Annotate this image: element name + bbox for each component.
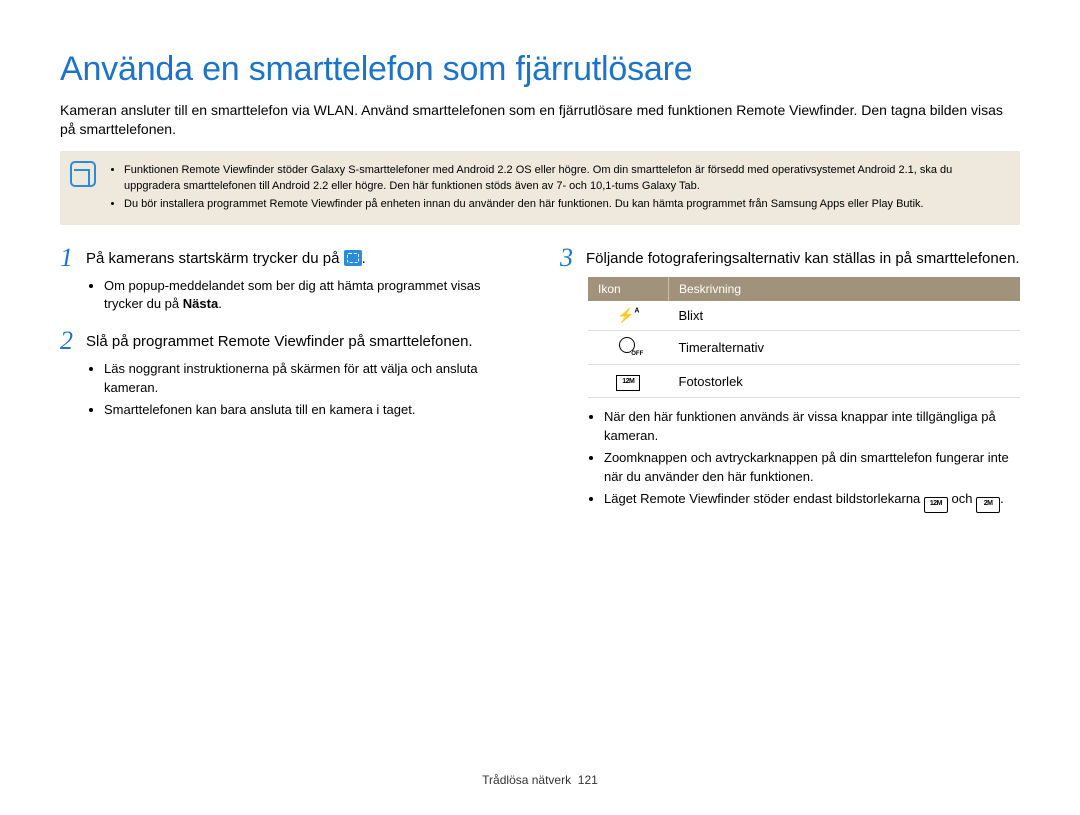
footer-section: Trådlösa nätverk [482, 773, 571, 787]
table-cell-desc: Blixt [669, 301, 1021, 331]
note-icon [70, 161, 96, 187]
sub-text-pre: Läget Remote Viewfinder stöder endast bi… [604, 491, 924, 506]
page-footer: Trådlösa nätverk 121 [0, 773, 1080, 787]
table-cell-desc: Timeralternativ [669, 331, 1021, 365]
table-row: Timeralternativ [588, 331, 1020, 365]
step-text-post: . [362, 250, 366, 267]
page-title: Använda en smarttelefon som fjärrutlösar… [60, 50, 1020, 89]
step-sub-item: Smarttelefonen kan bara ansluta till en … [104, 401, 520, 420]
left-column: 1 På kamerans startskärm trycker du på .… [60, 245, 520, 527]
sub-text-post: . [1000, 491, 1004, 506]
flash-icon [617, 307, 639, 325]
timer-icon [619, 337, 637, 355]
table-row: Fotostorlek [588, 365, 1020, 398]
step-number: 2 [60, 328, 78, 354]
photosize-icon [616, 375, 640, 391]
step-sub-item: Läs noggrant instruktionerna på skärmen … [104, 360, 520, 398]
step-sub-item: Om popup-meddelandet som ber dig att häm… [104, 277, 520, 315]
step-text-pre: På kamerans startskärm trycker du på [86, 250, 344, 267]
sub-text-strong: Nästa [183, 296, 218, 311]
sub-text-mid: och [948, 491, 976, 506]
remote-viewfinder-app-icon [344, 250, 362, 266]
intro-text: Kameran ansluter till en smarttelefon vi… [60, 101, 1020, 139]
sub-text-post: . [218, 296, 222, 311]
step-text: Följande fotograferingsalternativ kan st… [586, 245, 1020, 271]
table-header-desc: Beskrivning [669, 277, 1021, 301]
footer-page-number: 121 [578, 773, 598, 787]
table-row: Blixt [588, 301, 1020, 331]
step-number: 1 [60, 245, 78, 271]
sub-text-pre: Om popup-meddelandet som ber dig att häm… [104, 278, 480, 312]
step-number: 3 [560, 245, 578, 271]
table-header-icon: Ikon [588, 277, 669, 301]
note-item: Funktionen Remote Viewfinder stöder Gala… [124, 163, 1006, 195]
size-2m-icon [976, 497, 1000, 513]
step-sub-item: Läget Remote Viewfinder stöder endast bi… [604, 490, 1020, 513]
table-cell-desc: Fotostorlek [669, 365, 1021, 398]
note-item: Du bör installera programmet Remote View… [124, 197, 1006, 213]
right-column: 3 Följande fotograferingsalternativ kan … [560, 245, 1020, 527]
options-table: Ikon Beskrivning Blixt Timeralternativ F… [588, 277, 1020, 399]
size-12m-icon [924, 497, 948, 513]
step-sub-item: När den här funktionen används är vissa … [604, 408, 1020, 446]
step-text: Slå på programmet Remote Viewfinder på s… [86, 328, 473, 354]
step-text: På kamerans startskärm trycker du på . [86, 245, 366, 271]
step-sub-item: Zoomknappen och avtryckarknappen på din … [604, 449, 1020, 487]
note-box: Funktionen Remote Viewfinder stöder Gala… [60, 151, 1020, 225]
